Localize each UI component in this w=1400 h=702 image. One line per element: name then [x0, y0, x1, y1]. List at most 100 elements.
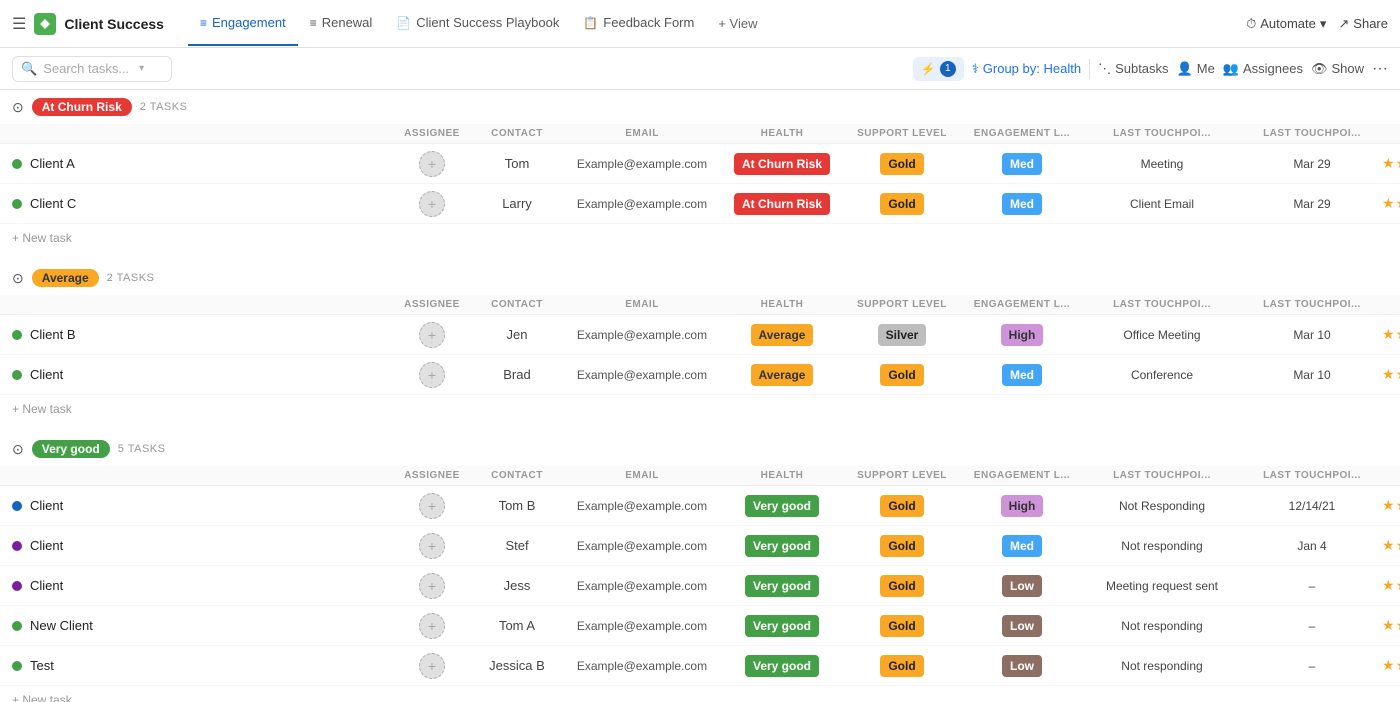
task-dot [12, 159, 22, 169]
me-button[interactable]: 👤 Me [1177, 61, 1215, 77]
assignees-button[interactable]: 👥 Assignees [1223, 61, 1303, 77]
add-view-button[interactable]: + View [706, 8, 769, 39]
task-dot [12, 199, 22, 209]
star-filled-icon: ★ [1396, 326, 1400, 343]
task-name[interactable]: Client C [30, 196, 76, 211]
avatar[interactable]: + [419, 493, 445, 519]
support-cell: Gold [842, 364, 962, 386]
tab-renewal[interactable]: ≡ Renewal [298, 1, 385, 46]
col-header-support-level: SUPPORT LEVEL [842, 470, 962, 481]
subtasks-button[interactable]: ⋱ Subtasks [1098, 61, 1168, 77]
group-by-button[interactable]: ⚕ Group by: Health [972, 61, 1081, 77]
search-box[interactable]: 🔍 Search tasks... ▾ [12, 56, 172, 82]
section-average: ⊙ Average 2 TASKS ASSIGNEECONTACTEMAILHE… [0, 261, 1400, 428]
task-name[interactable]: Client [30, 367, 63, 382]
section-badge-very-good[interactable]: Very good [32, 440, 110, 458]
avatar[interactable]: + [419, 573, 445, 599]
task-name[interactable]: Client [30, 538, 63, 553]
support-cell: Gold [842, 575, 962, 597]
tab-engagement[interactable]: ≡ Engagement [188, 1, 298, 46]
avatar[interactable]: + [419, 653, 445, 679]
section-toggle-average[interactable]: ⊙ [12, 270, 24, 287]
renewal-tab-icon: ≡ [310, 16, 317, 30]
task-name[interactable]: Client [30, 498, 63, 513]
avatar[interactable]: + [419, 533, 445, 559]
col-header-assignee: ASSIGNEE [392, 470, 472, 481]
table-row: Client B +JenExample@example.comAverageS… [0, 315, 1400, 355]
task-name-cell: Client C [12, 196, 392, 211]
engagement-cell: Med [962, 364, 1082, 386]
new-task-button[interactable]: + New task [12, 231, 72, 245]
contact-cell: Brad [472, 367, 562, 382]
table-row: Client +Tom BExample@example.comVery goo… [0, 486, 1400, 526]
col-headers: ASSIGNEECONTACTEMAILHEALTHSUPPORT LEVELE… [0, 466, 1400, 486]
contact-cell: Jen [472, 327, 562, 342]
task-name[interactable]: Client A [30, 156, 75, 171]
avatar[interactable]: + [419, 362, 445, 388]
col-header-health: HEALTH [722, 299, 842, 310]
touchpoint-cell: Office Meeting [1082, 328, 1242, 342]
task-name[interactable]: Client [30, 578, 63, 593]
playbook-tab-icon: 📄 [396, 16, 411, 30]
automate-icon: ⏱ [1246, 16, 1256, 32]
star-filled-icon: ★ [1396, 195, 1400, 212]
tab-playbook[interactable]: 📄 Client Success Playbook [384, 1, 571, 46]
table-row: Client A +TomExample@example.comAt Churn… [0, 144, 1400, 184]
section-toggle-very-good[interactable]: ⊙ [12, 441, 24, 458]
search-icon: 🔍 [21, 61, 37, 77]
health-cell: Very good [722, 495, 842, 517]
nps-cell: ★★★★★ [1382, 617, 1400, 634]
health-badge: Very good [745, 495, 819, 517]
avatar[interactable]: + [419, 151, 445, 177]
share-button[interactable]: ↗ Share [1338, 16, 1388, 32]
task-dot [12, 541, 22, 551]
col-header-support-level: SUPPORT LEVEL [842, 299, 962, 310]
header-right: ⏱ Automate ▾ ↗ Share [1246, 16, 1388, 32]
new-task-button[interactable]: + New task [12, 693, 72, 702]
filter-count: 1 [940, 61, 956, 77]
date-cell: Mar 10 [1242, 328, 1382, 342]
filter-button[interactable]: ⚡ 1 [913, 57, 964, 81]
support-badge: Gold [880, 535, 923, 557]
add-assignee-icon: + [428, 327, 436, 343]
avatar[interactable]: + [419, 322, 445, 348]
health-cell: At Churn Risk [722, 193, 842, 215]
col-header-assignee: ASSIGNEE [392, 128, 472, 139]
task-dot [12, 370, 22, 380]
nps-cell: ★★★★★ [1382, 537, 1400, 554]
task-name-cell: Client [12, 538, 392, 553]
col-headers: ASSIGNEECONTACTEMAILHEALTHSUPPORT LEVELE… [0, 295, 1400, 315]
add-assignee-icon: + [428, 498, 436, 514]
contact-cell: Jess [472, 578, 562, 593]
touchpoint-cell: Not responding [1082, 619, 1242, 633]
engagement-badge: Low [1002, 615, 1042, 637]
star-filled-icon: ★ [1382, 366, 1395, 383]
task-name[interactable]: Test [30, 658, 54, 673]
new-task-button[interactable]: + New task [12, 402, 72, 416]
email-cell: Example@example.com [562, 659, 722, 673]
task-name[interactable]: New Client [30, 618, 93, 633]
health-cell: Very good [722, 575, 842, 597]
engagement-badge: Low [1002, 655, 1042, 677]
star-filled-icon: ★ [1396, 497, 1400, 514]
col-header-support-level: SUPPORT LEVEL [842, 128, 962, 139]
section-badge-churn[interactable]: At Churn Risk [32, 98, 132, 116]
health-badge: Very good [745, 615, 819, 637]
avatar[interactable]: + [419, 191, 445, 217]
support-badge: Gold [880, 495, 923, 517]
email-cell: Example@example.com [562, 157, 722, 171]
touchpoint-cell: Not Responding [1082, 499, 1242, 513]
task-name[interactable]: Client B [30, 327, 76, 342]
health-badge: At Churn Risk [734, 193, 830, 215]
tab-feedback[interactable]: 📋 Feedback Form [571, 1, 706, 46]
star-filled-icon: ★ [1382, 195, 1395, 212]
show-button[interactable]: 👁 Show [1311, 61, 1364, 77]
col-header-engagement-l...: ENGAGEMENT L... [962, 128, 1082, 139]
contact-cell: Tom B [472, 498, 562, 513]
avatar[interactable]: + [419, 613, 445, 639]
section-badge-average[interactable]: Average [32, 269, 99, 287]
more-options-button[interactable]: ··· [1372, 60, 1388, 78]
automate-button[interactable]: ⏱ Automate ▾ [1246, 16, 1326, 32]
section-toggle-churn[interactable]: ⊙ [12, 99, 24, 116]
hamburger-icon[interactable]: ☰ [12, 14, 26, 34]
